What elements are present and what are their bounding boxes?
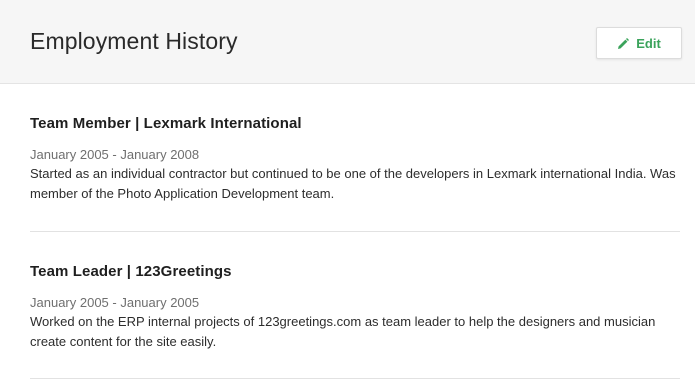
- employment-entry: Team Leader | 123Greetings January 2005 …: [30, 232, 680, 379]
- pencil-icon: [617, 37, 630, 49]
- employment-history-card: Employment History Edit Team Member | Le…: [0, 0, 695, 391]
- entry-description: Started as an individual contractor but …: [30, 166, 676, 201]
- employment-list: Team Member | Lexmark International Janu…: [30, 84, 680, 379]
- section-title: Employment History: [30, 28, 238, 54]
- entry-dates: January 2005 - January 2005: [30, 295, 200, 310]
- employment-entry: Team Member | Lexmark International Janu…: [30, 84, 680, 232]
- edit-button-label: Edit: [636, 35, 661, 51]
- edit-button[interactable]: Edit: [596, 27, 682, 59]
- entry-title: Team Leader | 123Greetings: [30, 263, 232, 280]
- section-header: Employment History Edit: [0, 0, 695, 84]
- entry-dates: January 2005 - January 2008: [30, 147, 200, 162]
- entry-title: Team Member | Lexmark International: [30, 115, 302, 132]
- entry-description: Worked on the ERP internal projects of 1…: [30, 314, 656, 349]
